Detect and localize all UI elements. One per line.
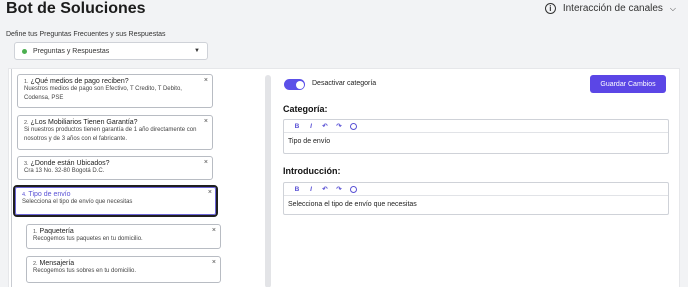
faq-card-1[interactable]: 1. ¿Qué medios de pago reciben? Nuestros… xyxy=(17,74,213,108)
close-icon[interactable]: × xyxy=(212,259,216,266)
card-answer: Recogemos tus sobres en tu domicilio. xyxy=(33,268,137,274)
channel-interaction-menu[interactable]: i Interacción de canales ⌵ xyxy=(544,3,676,14)
emoji-icon[interactable] xyxy=(350,185,357,193)
categoria-editor[interactable]: B I ↶ ↷ Tipo de envío xyxy=(283,119,669,154)
close-icon[interactable]: × xyxy=(204,159,208,166)
categoria-title: Categoría: xyxy=(283,104,328,114)
caret-down-icon: ▼ xyxy=(194,48,200,54)
close-icon[interactable]: × xyxy=(208,189,212,196)
page-title: Bot de Soluciones xyxy=(6,0,146,17)
bold-icon[interactable]: B xyxy=(290,123,304,130)
italic-icon[interactable]: I xyxy=(304,186,318,193)
scrollbar[interactable] xyxy=(265,75,271,287)
introduccion-value[interactable]: Selecciona el tipo de envío que necesita… xyxy=(284,196,668,214)
chevron-down-icon[interactable]: ⌵ xyxy=(670,4,676,14)
card-question: ¿Qué medios de pago reciben? xyxy=(30,78,129,85)
card-answer: Selecciona el tipo de envío que necesita… xyxy=(22,199,133,205)
undo-icon[interactable]: ↶ xyxy=(318,122,332,130)
card-answer: Cra 13 No. 32-80 Bogotá D.C. xyxy=(24,168,105,174)
introduccion-title: Introducción: xyxy=(283,166,341,176)
category-select[interactable]: Preguntas y Respuestas ▼ xyxy=(14,42,208,60)
toggle-label: Desactivar categoría xyxy=(312,80,377,87)
undo-icon[interactable]: ↶ xyxy=(318,185,332,193)
subcard-1[interactable]: 1. Paquetería Recogemos tus paquetes en … xyxy=(26,224,221,249)
editor-toolbar: B I ↶ ↷ xyxy=(284,183,668,196)
define-faq-label: Define tus Preguntas Frecuentes y sus Re… xyxy=(6,31,166,38)
card-question: Mensajería xyxy=(39,260,75,267)
close-icon[interactable]: × xyxy=(204,77,208,84)
card-question: Tipo de envío xyxy=(28,191,71,198)
faq-card-4-selected[interactable]: 4. Tipo de envío Selecciona el tipo de e… xyxy=(13,185,218,217)
save-changes-button[interactable]: Guardar Cambios xyxy=(590,75,666,93)
introduccion-editor[interactable]: B I ↶ ↷ Selecciona el tipo de envío que … xyxy=(283,182,669,215)
status-dot-icon xyxy=(22,48,27,54)
faq-card-3[interactable]: 3. ¿Donde están Ubicados? Cra 13 No. 32-… xyxy=(17,156,213,180)
redo-icon[interactable]: ↷ xyxy=(332,122,346,130)
italic-icon[interactable]: I xyxy=(304,123,318,130)
close-icon[interactable]: × xyxy=(212,227,216,234)
category-select-value: Preguntas y Respuestas xyxy=(33,47,110,55)
redo-icon[interactable]: ↷ xyxy=(332,185,346,193)
info-icon[interactable]: i xyxy=(544,3,556,14)
card-question: Paquetería xyxy=(39,228,74,235)
card-answer: Nuestros medios de pago son Efectivo, T … xyxy=(24,86,182,101)
categoria-value[interactable]: Tipo de envío xyxy=(284,133,668,151)
emoji-icon[interactable] xyxy=(350,122,357,130)
card-answer: Si nuestros productos tienen garantía de… xyxy=(24,127,197,142)
editor-toolbar: B I ↶ ↷ xyxy=(284,120,668,133)
deactivate-category-toggle[interactable] xyxy=(284,79,305,90)
close-icon[interactable]: × xyxy=(204,118,208,125)
card-answer: Recogemos tus paquetes en tu domicilio. xyxy=(33,236,143,242)
faq-card-2[interactable]: 2. ¿Los Mobiliarios Tienen Garantía? Si … xyxy=(17,115,213,150)
subcard-2[interactable]: 2. Mensajería Recogemos tus sobres en tu… xyxy=(26,256,221,283)
channel-interaction-label[interactable]: Interacción de canales xyxy=(563,3,663,14)
card-question: ¿Los Mobiliarios Tienen Garantía? xyxy=(30,119,138,126)
bold-icon[interactable]: B xyxy=(290,186,304,193)
card-question: ¿Donde están Ubicados? xyxy=(30,160,110,167)
tree-line xyxy=(11,69,12,287)
